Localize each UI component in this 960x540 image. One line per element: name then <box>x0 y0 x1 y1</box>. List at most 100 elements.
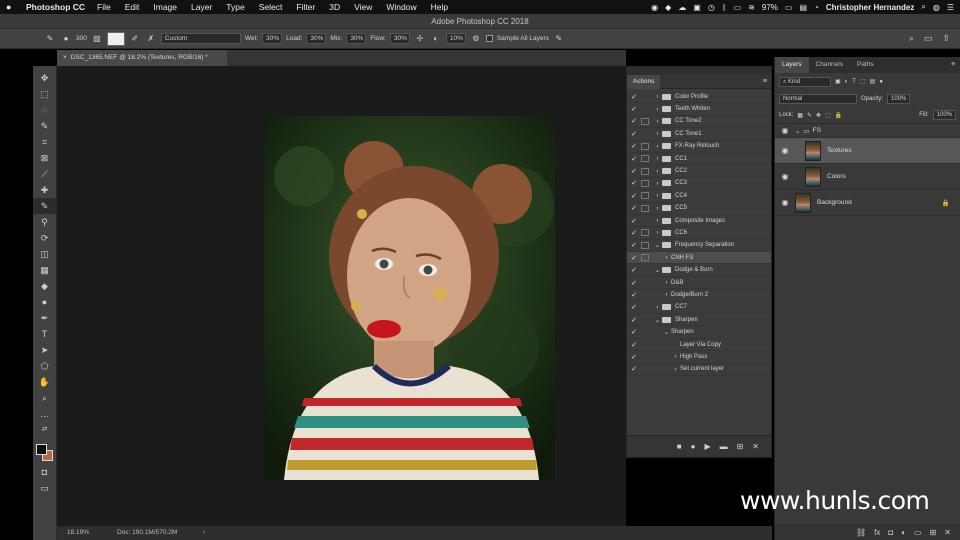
chevron-right-icon[interactable]: › <box>662 291 671 298</box>
action-toggle-check-icon[interactable]: ✓ <box>627 328 641 336</box>
action-row[interactable]: ✓ › CC7 <box>627 302 771 315</box>
document-tab[interactable]: × DSC_1365.NEF @ 18.2% (Textures, RGB/16)… <box>57 50 227 66</box>
menu-select[interactable]: Select <box>259 2 283 12</box>
lasso-tool-icon[interactable]: ◌ <box>33 102 56 118</box>
eyedropper-tool-icon[interactable]: ⟋ <box>33 166 56 182</box>
chevron-right-icon[interactable]: › <box>671 353 680 360</box>
airbrush-icon[interactable]: ✢ <box>414 34 426 43</box>
apple-menu-icon[interactable]: ● <box>6 2 20 12</box>
filter-pixel-icon[interactable]: ▣ <box>835 78 841 85</box>
menu-window[interactable]: Window <box>386 2 416 12</box>
dialog-toggle[interactable] <box>641 106 649 113</box>
eraser-tool-icon[interactable]: ◫ <box>33 246 56 262</box>
chevron-right-icon[interactable]: › <box>653 93 662 100</box>
zoom-level[interactable]: 18.19% <box>67 529 89 536</box>
marquee-tool-icon[interactable]: ⬚ <box>33 86 56 102</box>
layer-group-row[interactable]: ◉ ⌄ ▭ FS <box>775 124 960 138</box>
link-icon[interactable]: ⛓ <box>856 528 866 537</box>
mix-field[interactable]: 30% <box>346 33 367 44</box>
quick-select-tool-icon[interactable]: ✎ <box>33 118 56 134</box>
visibility-eye-icon[interactable]: ◉ <box>775 126 795 135</box>
quick-mask-icon[interactable]: ◘ <box>33 464 56 480</box>
action-toggle-check-icon[interactable]: ✓ <box>627 229 641 237</box>
dialog-toggle[interactable] <box>641 366 649 373</box>
mixer-brush-icon[interactable]: ✎ <box>44 34 56 43</box>
shape-tool-icon[interactable]: ⬠ <box>33 358 56 374</box>
action-toggle-check-icon[interactable]: ✓ <box>627 192 641 200</box>
flow-field[interactable]: 30% <box>389 33 410 44</box>
dialog-toggle[interactable] <box>641 341 649 348</box>
layer-row-colors[interactable]: ◉ Colors <box>775 164 960 190</box>
menu-layer[interactable]: Layer <box>191 2 212 12</box>
lock-all-icon[interactable]: 🔒 <box>835 112 842 119</box>
layer-row-textures[interactable]: ◉ Textures <box>775 138 960 164</box>
action-toggle-check-icon[interactable]: ✓ <box>627 279 641 287</box>
smoothing-icon[interactable]: ◐ <box>430 34 442 43</box>
action-toggle-check-icon[interactable]: ✓ <box>627 217 641 225</box>
dialog-toggle[interactable] <box>641 267 649 274</box>
search-icon[interactable]: ⌕ <box>909 33 914 44</box>
brush-size[interactable]: 300 <box>76 35 87 42</box>
menu-image[interactable]: Image <box>153 2 177 12</box>
dialog-toggle[interactable] <box>641 316 649 323</box>
action-row[interactable]: ✓ › CC Tone1 <box>627 128 771 141</box>
load-swatch[interactable] <box>106 31 125 46</box>
adjustment-icon[interactable]: ◐ <box>901 528 906 537</box>
chevron-right-icon[interactable]: › <box>653 180 662 187</box>
mask-icon[interactable]: ◘ <box>888 528 893 537</box>
filter-smart-icon[interactable]: ▤ <box>870 78 876 85</box>
smoothing-field[interactable]: 10% <box>445 33 466 44</box>
action-toggle-check-icon[interactable]: ✓ <box>627 241 641 249</box>
chevron-right-icon[interactable]: › <box>653 155 662 162</box>
screen-mode-icon[interactable]: ▭ <box>33 480 56 496</box>
visibility-eye-icon[interactable]: ◉ <box>775 146 795 155</box>
airplay-icon[interactable]: ▭ <box>734 3 742 12</box>
dialog-toggle[interactable] <box>641 179 649 187</box>
hand-tool-icon[interactable]: ✋ <box>33 374 56 390</box>
fill-field[interactable]: 100% <box>932 110 956 120</box>
color-swatches[interactable] <box>33 438 56 464</box>
action-row[interactable]: ✓ › CC2 <box>627 165 771 178</box>
filter-adjust-icon[interactable]: ◐ <box>845 79 849 85</box>
action-toggle-check-icon[interactable]: ✓ <box>627 179 641 187</box>
message-icon[interactable]: ▣ <box>693 3 701 12</box>
menu-help[interactable]: Help <box>431 2 448 12</box>
action-row[interactable]: ✓ › CC1 <box>627 153 771 166</box>
menu-edit[interactable]: Edit <box>125 2 140 12</box>
group-chevron-icon[interactable]: ⌄ <box>795 127 800 135</box>
panel-menu-icon[interactable]: ≡ <box>951 57 955 73</box>
menu-filter[interactable]: Filter <box>296 2 315 12</box>
action-toggle-check-icon[interactable]: ✓ <box>627 105 641 113</box>
menu-type[interactable]: Type <box>226 2 244 12</box>
action-row[interactable]: ✓ › CC4 <box>627 190 771 203</box>
action-toggle-check-icon[interactable]: ✓ <box>627 266 641 274</box>
visibility-eye-icon[interactable]: ◉ <box>775 172 795 181</box>
dodge-tool-icon[interactable]: ● <box>33 294 56 310</box>
menu-view[interactable]: View <box>354 2 372 12</box>
chevron-right-icon[interactable]: › <box>653 229 662 236</box>
actions-tab[interactable]: Actions <box>627 74 661 89</box>
visibility-eye-icon[interactable]: ◉ <box>775 198 795 207</box>
gear-icon[interactable]: ⚙ <box>470 34 482 43</box>
brush-tool-icon[interactable]: ✎ <box>33 198 56 214</box>
move-tool-icon[interactable]: ✥ <box>33 70 56 86</box>
lock-transparent-icon[interactable]: ▦ <box>797 112 803 119</box>
backup-icon[interactable]: ◷ <box>708 3 715 12</box>
foreground-color[interactable] <box>36 444 47 455</box>
healing-tool-icon[interactable]: ✚ <box>33 182 56 198</box>
status-menu-arrow[interactable]: › <box>203 526 205 540</box>
history-brush-tool-icon[interactable]: ⟳ <box>33 230 56 246</box>
panel-menu-icon[interactable]: ≡ <box>763 78 767 85</box>
chevron-down-icon[interactable]: ⌄ <box>662 328 671 336</box>
frame-tool-icon[interactable]: ⊠ <box>33 150 56 166</box>
stamp-tool-icon[interactable]: ⚲ <box>33 214 56 230</box>
sample-all-checkbox[interactable] <box>485 35 493 42</box>
action-toggle-check-icon[interactable]: ✓ <box>627 353 641 361</box>
dialog-toggle[interactable] <box>641 117 649 125</box>
action-toggle-check-icon[interactable]: ✓ <box>627 365 641 373</box>
action-row[interactable]: ✓ › D&B <box>627 277 771 290</box>
action-toggle-check-icon[interactable]: ✓ <box>627 117 641 125</box>
action-row[interactable]: ✓ › Composite Images <box>627 215 771 228</box>
action-row[interactable]: ✓ › Teeth Whiten <box>627 103 771 116</box>
filter-toggle-icon[interactable]: ● <box>879 79 883 85</box>
